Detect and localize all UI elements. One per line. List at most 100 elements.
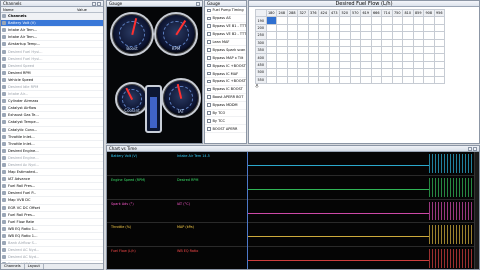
toggle-item[interactable]: Bypass IC BOOST bbox=[205, 86, 246, 94]
table-cell[interactable] bbox=[265, 53, 277, 62]
channel-row[interactable]: Desired Ac Nyd... bbox=[1, 162, 103, 170]
table-cell[interactable] bbox=[402, 60, 414, 70]
table-cell[interactable] bbox=[402, 23, 414, 33]
channel-row[interactable]: Catalytic Conv... bbox=[1, 127, 103, 134]
table-cell[interactable] bbox=[381, 23, 393, 33]
close-icon[interactable] bbox=[473, 146, 477, 151]
table-cell[interactable] bbox=[381, 53, 393, 62]
toggle-item[interactable]: By TCC bbox=[205, 117, 246, 126]
table-cell[interactable] bbox=[412, 23, 424, 33]
table-cell[interactable] bbox=[402, 31, 414, 40]
channel-row[interactable]: Battery Volt (V) bbox=[1, 20, 103, 28]
checkbox[interactable] bbox=[207, 79, 211, 84]
table-cell[interactable] bbox=[297, 75, 309, 84]
toggle-item[interactable]: Bypass IC +BOOST bbox=[205, 62, 246, 71]
table-cell[interactable] bbox=[276, 75, 288, 84]
table-cell[interactable] bbox=[433, 45, 445, 55]
table-cell[interactable] bbox=[423, 45, 435, 55]
table-cell[interactable] bbox=[391, 60, 403, 70]
table-cell[interactable] bbox=[328, 60, 340, 70]
table-cell[interactable] bbox=[370, 16, 382, 25]
table-cell[interactable] bbox=[433, 60, 445, 70]
table-cell[interactable] bbox=[328, 53, 340, 62]
table-cell[interactable] bbox=[381, 68, 393, 77]
column-name[interactable]: Name bbox=[1, 8, 75, 12]
channel-row[interactable]: Vehicle Speed bbox=[1, 77, 103, 84]
toggle-item[interactable]: Lean MAF bbox=[205, 39, 246, 47]
checkbox[interactable] bbox=[207, 48, 211, 52]
channel-row[interactable]: Catalyst Tempe... bbox=[1, 119, 103, 127]
table-cell[interactable] bbox=[402, 53, 414, 62]
channel-row[interactable]: Desired Engine... bbox=[1, 148, 103, 155]
channel-row[interactable]: WB EQ Ratio 1... bbox=[1, 233, 103, 240]
channel-row[interactable]: Desired AC Nyd... bbox=[1, 247, 103, 255]
table-cell[interactable] bbox=[276, 23, 288, 33]
table-cell[interactable] bbox=[286, 23, 298, 33]
table-cell[interactable] bbox=[265, 75, 277, 84]
table-cell[interactable] bbox=[360, 68, 372, 77]
table-cell[interactable] bbox=[370, 45, 382, 55]
table-cell[interactable] bbox=[402, 16, 414, 25]
toggle-item[interactable]: Bypass IC +BOOST bbox=[205, 78, 246, 86]
close-icon[interactable] bbox=[196, 1, 200, 6]
table-cell[interactable] bbox=[307, 31, 319, 40]
table-cell[interactable] bbox=[423, 31, 435, 40]
table-cell[interactable] bbox=[328, 68, 340, 77]
table-cell[interactable] bbox=[307, 45, 319, 55]
channel-row[interactable]: Throttle Inlet... bbox=[1, 134, 103, 141]
checkbox[interactable] bbox=[207, 32, 211, 36]
channel-row[interactable]: Throttle Inlet... bbox=[1, 141, 103, 148]
table-cell[interactable] bbox=[328, 23, 340, 33]
tab-layout[interactable]: Layout bbox=[25, 264, 44, 269]
checkbox[interactable] bbox=[207, 71, 211, 76]
table-cell[interactable] bbox=[297, 23, 309, 33]
checkbox[interactable] bbox=[207, 127, 211, 131]
channel-row[interactable]: EGR VC DC Offset bbox=[1, 205, 103, 212]
table-cell[interactable] bbox=[307, 60, 319, 70]
table-cell[interactable] bbox=[307, 23, 319, 33]
table-cell[interactable] bbox=[318, 75, 330, 84]
table-cell[interactable] bbox=[276, 68, 288, 77]
channel-row[interactable]: Desired Fuel P... bbox=[1, 190, 103, 198]
toggle-list[interactable]: Fuel Pump Timing Bypass AS Bypass VE B1 - … bbox=[205, 7, 246, 134]
table-cell[interactable] bbox=[265, 60, 277, 70]
toggle-item[interactable]: Bypass MDDM bbox=[205, 102, 246, 110]
table-cell[interactable] bbox=[423, 68, 435, 77]
checkbox[interactable] bbox=[207, 95, 211, 99]
checkbox[interactable] bbox=[207, 63, 211, 68]
toggle-item[interactable]: Bypass AS bbox=[205, 15, 246, 23]
table-cell[interactable] bbox=[381, 38, 393, 47]
table-cell[interactable] bbox=[265, 68, 277, 77]
toggle-item[interactable]: Boost APERR BOT bbox=[205, 94, 246, 102]
channel-row[interactable]: Intake Air Tem... bbox=[1, 27, 103, 35]
table-cell[interactable] bbox=[423, 60, 435, 70]
toggle-item[interactable]: Bypass VE B1 - TTT bbox=[205, 23, 246, 31]
table-cell[interactable] bbox=[339, 38, 351, 47]
checkbox[interactable] bbox=[207, 56, 211, 60]
channel-row[interactable]: Map Estimated... bbox=[1, 169, 103, 177]
table-cell[interactable] bbox=[318, 60, 330, 70]
table-cell[interactable] bbox=[370, 23, 382, 33]
checkbox[interactable] bbox=[207, 8, 211, 13]
table-cell[interactable] bbox=[286, 60, 298, 70]
table-cell[interactable] bbox=[349, 75, 361, 84]
toggle-item[interactable]: Bypass IC MAF bbox=[205, 70, 246, 79]
table-cell[interactable] bbox=[391, 75, 403, 84]
table-cell[interactable] bbox=[370, 75, 382, 84]
toggle-item[interactable]: By TCO bbox=[205, 110, 246, 118]
table-cell[interactable] bbox=[433, 31, 445, 40]
table-cell[interactable] bbox=[349, 38, 361, 47]
table-cell[interactable] bbox=[412, 68, 424, 77]
table-cell[interactable] bbox=[423, 53, 435, 62]
table-cell[interactable] bbox=[433, 23, 445, 33]
table-cell[interactable] bbox=[412, 60, 424, 70]
table-cell[interactable] bbox=[402, 68, 414, 77]
toggle-item[interactable]: Bypass Spark scan bbox=[205, 46, 246, 55]
table-cell[interactable] bbox=[412, 53, 424, 62]
table-cell[interactable] bbox=[391, 31, 403, 40]
table-cell[interactable] bbox=[360, 60, 372, 70]
chart-lanes[interactable]: Battery Volt (V) Intake Air Tem 14.5 Engin… bbox=[107, 152, 479, 269]
table-cell[interactable] bbox=[339, 31, 351, 40]
table-cell[interactable] bbox=[433, 53, 445, 62]
table-cell[interactable] bbox=[423, 75, 435, 84]
